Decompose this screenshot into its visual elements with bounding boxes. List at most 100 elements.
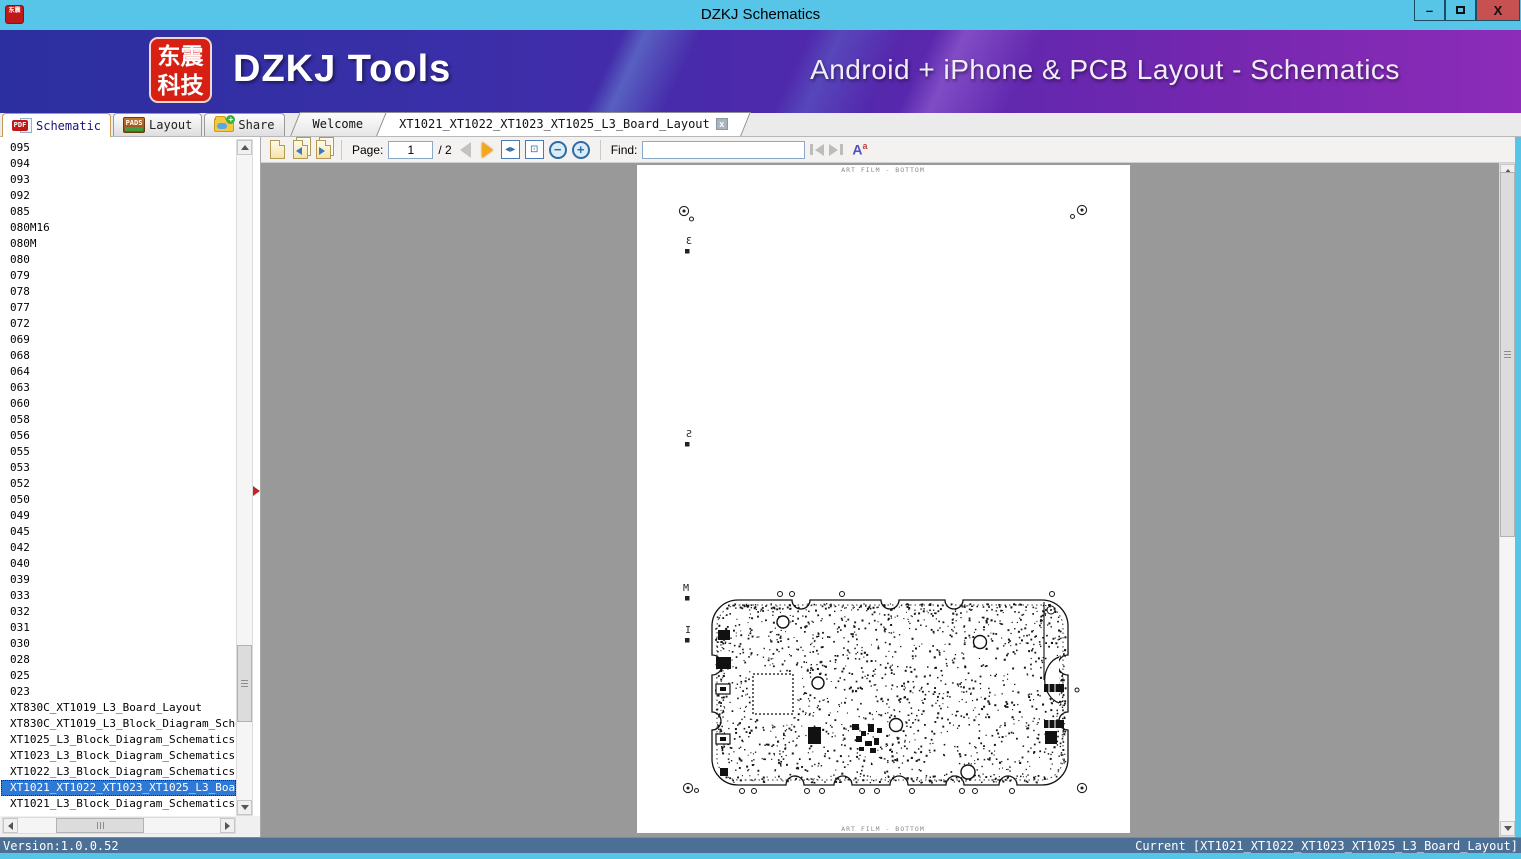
sidebar-vertical-scrollbar[interactable] [236,139,253,816]
document-vertical-scrollbar[interactable] [1499,163,1516,837]
scroll-right-button[interactable] [220,818,235,833]
svg-text:S: S [686,429,692,440]
list-item[interactable]: XT1021_L3_Block_Diagram_Schematics [1,796,236,812]
find-input[interactable] [642,140,806,159]
status-bar-strip [0,853,1521,859]
list-item[interactable]: 060 [1,396,236,412]
list-item[interactable]: 064 [1,364,236,380]
list-item[interactable]: 079 [1,268,236,284]
sidebar-list: 095 094 093 092 085 080M16 080M 080 079 078 077 072… [1,140,236,814]
tab-layout-label: Layout [149,118,193,132]
page-number-input[interactable] [388,140,434,159]
previous-view-icon[interactable] [293,140,308,159]
list-item[interactable]: XT830C_XT1019_L3_Block_Diagram_Schematic… [1,716,236,732]
list-item[interactable]: 092 [1,188,236,204]
list-item[interactable]: 080M16 [1,220,236,236]
sidebar-scroll-thumb[interactable] [237,645,252,722]
scroll-up-button[interactable] [237,140,252,155]
film-footer-text: ART FILM - BOTTOM [841,825,925,833]
next-page-button[interactable] [481,141,493,158]
next-view-icon[interactable] [316,140,331,159]
maximize-button[interactable] [1445,0,1476,21]
brand-name: DZKJ Tools [233,48,452,90]
fit-width-button[interactable]: ◂▸ [500,140,520,159]
sidebar-hscroll-thumb[interactable] [56,818,144,833]
tab-layout[interactable]: PADS Layout [113,113,203,136]
maximize-icon [1456,6,1465,14]
previous-page-button[interactable] [459,141,471,158]
page-total-label: / 2 [438,142,452,157]
zoom-out-button[interactable]: − [548,140,567,159]
list-item[interactable]: 031 [1,620,236,636]
list-item[interactable]: XT830C_XT1019_L3_Board_Layout [1,700,236,716]
minimize-button[interactable]: – [1414,0,1445,21]
list-item[interactable]: 056 [1,428,236,444]
brand-logo-line2: 科技 [157,72,204,98]
list-item[interactable]: 095 [1,140,236,156]
list-item[interactable]: 039 [1,572,236,588]
toolbar-separator [599,139,601,160]
list-item[interactable]: 049 [1,508,236,524]
share-folder-icon: + [214,115,236,132]
list-item[interactable]: 025 [1,668,236,684]
list-item[interactable]: 063 [1,380,236,396]
list-item[interactable]: XT1021_XT1022_XT1023_XT1025_L3_Board_Lay… [1,780,236,796]
close-button[interactable]: X [1476,0,1520,21]
content-area: 095 094 093 092 085 080M16 080M 080 079 078 077 072… [0,137,1521,837]
list-item[interactable]: 077 [1,300,236,316]
document-tabs: Welcome XT1021_XT1022_XT1023_XT1025_L3_B… [289,112,751,136]
pcb-holes [776,615,988,780]
list-item[interactable]: 093 [1,172,236,188]
window-frame-right [1515,137,1521,837]
list-item[interactable]: 053 [1,460,236,476]
list-item[interactable]: 058 [1,412,236,428]
list-item[interactable]: 072 [1,316,236,332]
list-item[interactable]: 052 [1,476,236,492]
list-item[interactable]: 030 [1,636,236,652]
svg-text:M: M [683,583,689,594]
list-item[interactable]: XT1022_L3_Block_Diagram_Schematics [1,764,236,780]
doc-scroll-down-button[interactable] [1500,821,1515,836]
close-tab-icon[interactable]: x [715,118,728,130]
zoom-in-button[interactable]: + [571,140,590,159]
find-previous-button[interactable] [810,143,825,156]
tab-schematic-label: Schematic [36,118,102,133]
single-page-icon[interactable] [270,140,285,159]
svg-text:3: 3 [686,236,692,247]
document-canvas: ART FILM - BOTTOM ART FILM - BOTTOM 3 S … [261,163,1499,837]
list-item[interactable]: 078 [1,284,236,300]
doc-tab-board-layout[interactable]: XT1021_XT1022_XT1023_XT1025_L3_Board_Lay… [376,112,751,136]
list-item[interactable]: 068 [1,348,236,364]
doc-tab-welcome[interactable]: Welcome [289,112,386,136]
tab-schematic[interactable]: PDF Schematic [2,113,112,137]
doc-scroll-thumb[interactable] [1500,172,1515,537]
list-item[interactable]: 050 [1,492,236,508]
scroll-down-button[interactable] [237,800,252,815]
match-case-button[interactable]: Aa [852,141,867,158]
find-next-button[interactable] [829,143,844,156]
sidebar-bottom-strip [0,816,260,837]
list-item[interactable]: 028 [1,652,236,668]
list-item[interactable]: 080 [1,252,236,268]
list-item[interactable]: 033 [1,588,236,604]
sidebar-horizontal-scrollbar[interactable] [2,817,236,834]
scroll-left-button[interactable] [3,818,18,833]
list-item[interactable]: 040 [1,556,236,572]
pcb-board [711,591,1080,794]
list-item[interactable]: 055 [1,444,236,460]
list-item[interactable]: 023 [1,684,236,700]
list-item[interactable]: 042 [1,540,236,556]
list-item[interactable]: 045 [1,524,236,540]
splitter-collapse-arrow[interactable] [253,486,260,496]
titlebar: 东震 DZKJ Schematics – X [0,0,1521,30]
fit-page-button[interactable]: ⊡ [524,140,544,159]
list-item[interactable]: 080M [1,236,236,252]
list-item[interactable]: 032 [1,604,236,620]
tab-share[interactable]: + Share [204,113,285,136]
list-item[interactable]: XT1023_L3_Block_Diagram_Schematics [1,748,236,764]
list-item[interactable]: 069 [1,332,236,348]
list-item[interactable]: 094 [1,156,236,172]
toolbar-separator [341,139,342,160]
list-item[interactable]: 085 [1,204,236,220]
list-item[interactable]: XT1025_L3_Block_Diagram_Schematics [1,732,236,748]
